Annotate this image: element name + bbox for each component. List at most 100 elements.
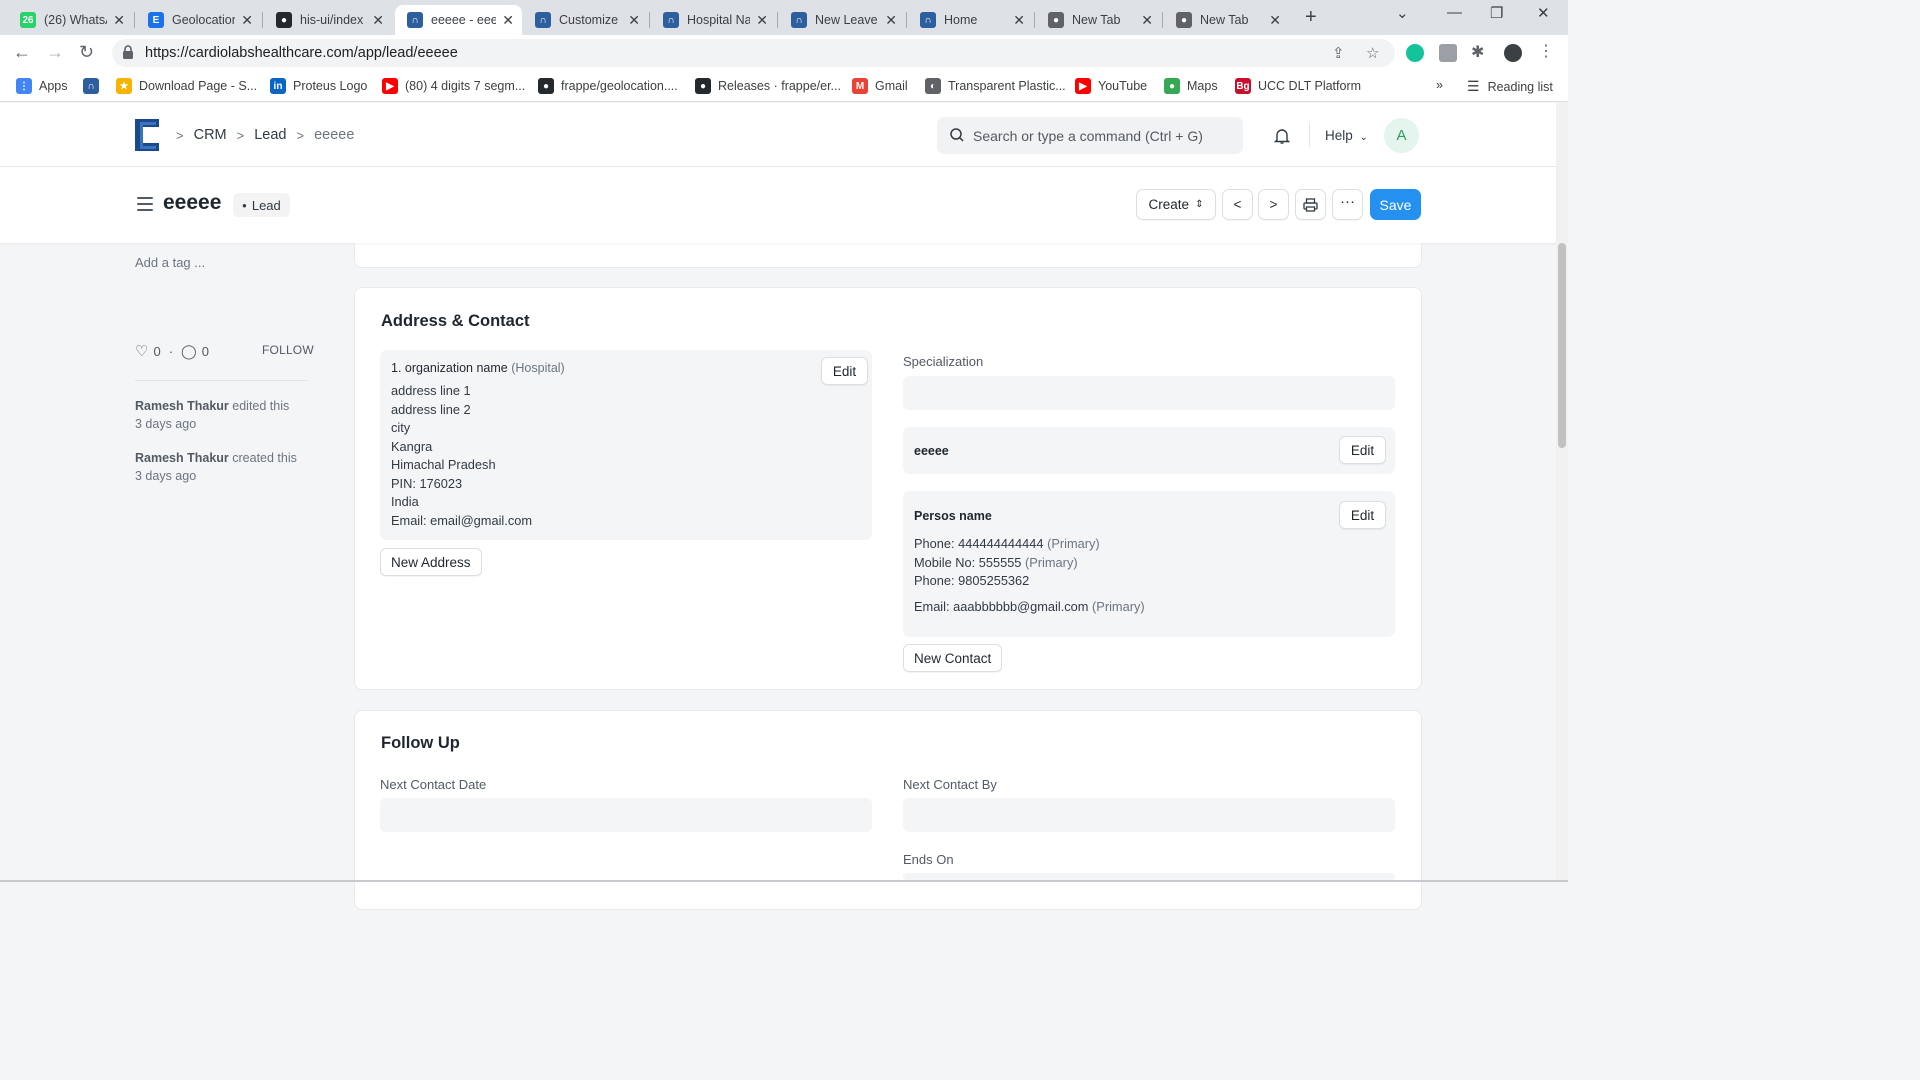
close-window-icon[interactable]: ✕ [1537,4,1550,22]
browser-tab[interactable]: ∩ Home ✕ [908,5,1033,35]
breadcrumb-lead[interactable]: Lead [254,127,286,143]
scrollbar-thumb[interactable] [1558,243,1566,448]
close-tab-icon[interactable]: ✕ [756,12,768,29]
chevron-right-icon: > [1269,197,1278,212]
edit-contact-button[interactable]: Edit [1339,501,1386,529]
bookmark-item[interactable]: ● frappe/geolocation.... [538,78,678,94]
activity-user[interactable]: Ramesh Thakur [135,451,229,465]
bookmark-item[interactable]: ● Releases · frappe/er... [695,78,841,94]
more-bookmarks-icon[interactable]: » [1436,78,1443,92]
follow-button[interactable]: FOLLOW [262,343,314,357]
sidebar-toggle-icon[interactable] [137,197,153,211]
address-title: 1. organization name (Hospital) [391,361,565,375]
browser-tab[interactable]: ● New Tab ✕ [1164,5,1289,35]
bookmark-item[interactable]: ▶ (80) 4 digits 7 segm... [382,78,525,94]
next-record-button[interactable]: > [1258,189,1289,220]
bookmark-label: Download Page - S... [139,79,258,93]
add-tag-link[interactable]: Add a tag ... [135,255,205,270]
minimize-icon[interactable]: — [1447,4,1462,21]
close-tab-icon[interactable]: ✕ [113,12,125,29]
address-bar[interactable]: https://cardiolabshealthcare.com/app/lea… [112,39,1395,67]
close-tab-icon[interactable]: ✕ [372,12,384,29]
browser-tab[interactable]: E Geolocation ✕ [136,5,261,35]
browser-tab[interactable]: ● New Tab ✕ [1036,5,1161,35]
address-line: PIN: 176023 [391,475,463,491]
activity-time: 3 days ago [135,417,197,431]
back-icon[interactable]: ← [13,42,31,63]
edit-contact-button[interactable]: Edit [1339,436,1386,464]
contact-card: eeeee [903,427,1395,474]
specialization-input[interactable] [903,376,1395,410]
browser-tab-strip: 26 (26) WhatsApp ✕ E Geolocation ✕ ● his-ui/ind… [0,0,1568,35]
like-comment-stats: ♡ 0 · ◯ 0 [135,342,209,361]
tab-favicon-icon: ∩ [663,12,679,28]
forward-icon[interactable]: → [46,42,64,63]
bookmark-star-icon[interactable]: ☆ [1366,44,1379,62]
bookmark-item[interactable]: ● Maps [1164,78,1218,94]
bookmark-favicon-icon: ★ [116,78,132,94]
app-logo-icon[interactable] [135,119,159,151]
heart-icon[interactable]: ♡ [135,342,148,360]
extension-icon[interactable] [1439,44,1457,62]
puzzle-extensions-icon[interactable]: ✱ [1471,42,1489,61]
url-text[interactable]: https://cardiolabshealthcare.com/app/lea… [145,45,458,61]
browser-tab[interactable]: ∩ New Leave ✕ [779,5,905,35]
close-tab-icon[interactable]: ✕ [885,12,897,29]
tab-separator [262,12,263,28]
bookmark-item[interactable]: ∩ [83,78,106,94]
bookmark-item[interactable]: ★ Download Page - S... [116,78,257,94]
tab-favicon-icon: ∩ [407,12,423,28]
edit-address-button[interactable]: Edit [821,357,868,385]
previous-record-button[interactable]: < [1222,189,1253,220]
bookmark-item[interactable]: ▶ YouTube [1075,78,1147,94]
bookmark-item[interactable]: M Gmail [852,78,908,94]
tab-search-icon[interactable]: ⌄ [1396,4,1409,22]
close-tab-icon[interactable]: ✕ [1013,12,1025,29]
reading-list[interactable]: ☰ Reading list [1467,78,1553,95]
browser-tab[interactable]: ∩ Customize Form ✕ [523,5,648,35]
browser-tab[interactable]: ∩ Hospital Name ✕ [651,5,776,35]
browser-tab[interactable]: 26 (26) WhatsApp ✕ [8,5,133,35]
restore-icon[interactable]: ❐ [1490,4,1503,22]
next-contact-by-input[interactable] [903,798,1395,832]
more-actions-button[interactable]: ··· [1332,189,1363,220]
browser-tab[interactable]: ● his-ui/index ✕ [264,5,392,35]
grammarly-extension-icon[interactable] [1406,44,1424,62]
reload-icon[interactable]: ↻ [79,42,94,63]
new-address-button[interactable]: New Address [380,548,482,576]
breadcrumb-current[interactable]: eeeee [314,127,354,143]
notification-bell-icon[interactable] [1273,127,1291,145]
bookmark-item[interactable]: ◐ Transparent Plastic... [925,78,1066,94]
contact-phone: Phone: 444444444444 [914,536,1044,551]
comments-count: 0 [201,343,209,359]
close-tab-icon[interactable]: ✕ [1269,12,1281,29]
close-tab-icon[interactable]: ✕ [1141,12,1153,29]
profile-icon[interactable] [1504,44,1522,62]
avatar[interactable]: A [1384,118,1419,153]
new-contact-button[interactable]: New Contact [903,644,1003,672]
close-tab-icon[interactable]: ✕ [628,12,640,29]
close-tab-icon[interactable]: ✕ [502,12,514,29]
create-button[interactable]: Create ⇕ [1136,189,1216,220]
new-tab-icon[interactable]: + [1305,6,1317,29]
reading-list-icon: ☰ [1467,78,1480,94]
bookmark-item[interactable]: ⋮ Apps [16,78,68,94]
activity-user[interactable]: Ramesh Thakur [135,399,229,413]
help-dropdown[interactable]: Help ⌄ [1325,128,1368,143]
search-input[interactable] [973,117,1233,154]
browser-tab[interactable]: ∩ eeeee - eeeee ✕ [395,5,522,35]
save-button[interactable]: Save [1370,189,1421,220]
share-icon[interactable]: ⇪ [1332,44,1345,62]
print-button[interactable] [1295,189,1326,220]
close-tab-icon[interactable]: ✕ [241,12,253,29]
tab-label: Geolocation [172,13,236,27]
contact-name: eeeee [914,444,949,458]
page-scrollbar[interactable] [1556,103,1568,880]
next-contact-date-input[interactable] [380,798,872,832]
bookmark-item[interactable]: Bg UCC DLT Platform [1235,78,1361,94]
breadcrumb-crm[interactable]: CRM [194,127,227,143]
comment-icon[interactable]: ◯ [181,343,197,360]
browser-menu-icon[interactable]: ⋮ [1538,41,1556,60]
ends-on-input[interactable] [903,873,1395,880]
bookmark-item[interactable]: in Proteus Logo [270,78,367,94]
